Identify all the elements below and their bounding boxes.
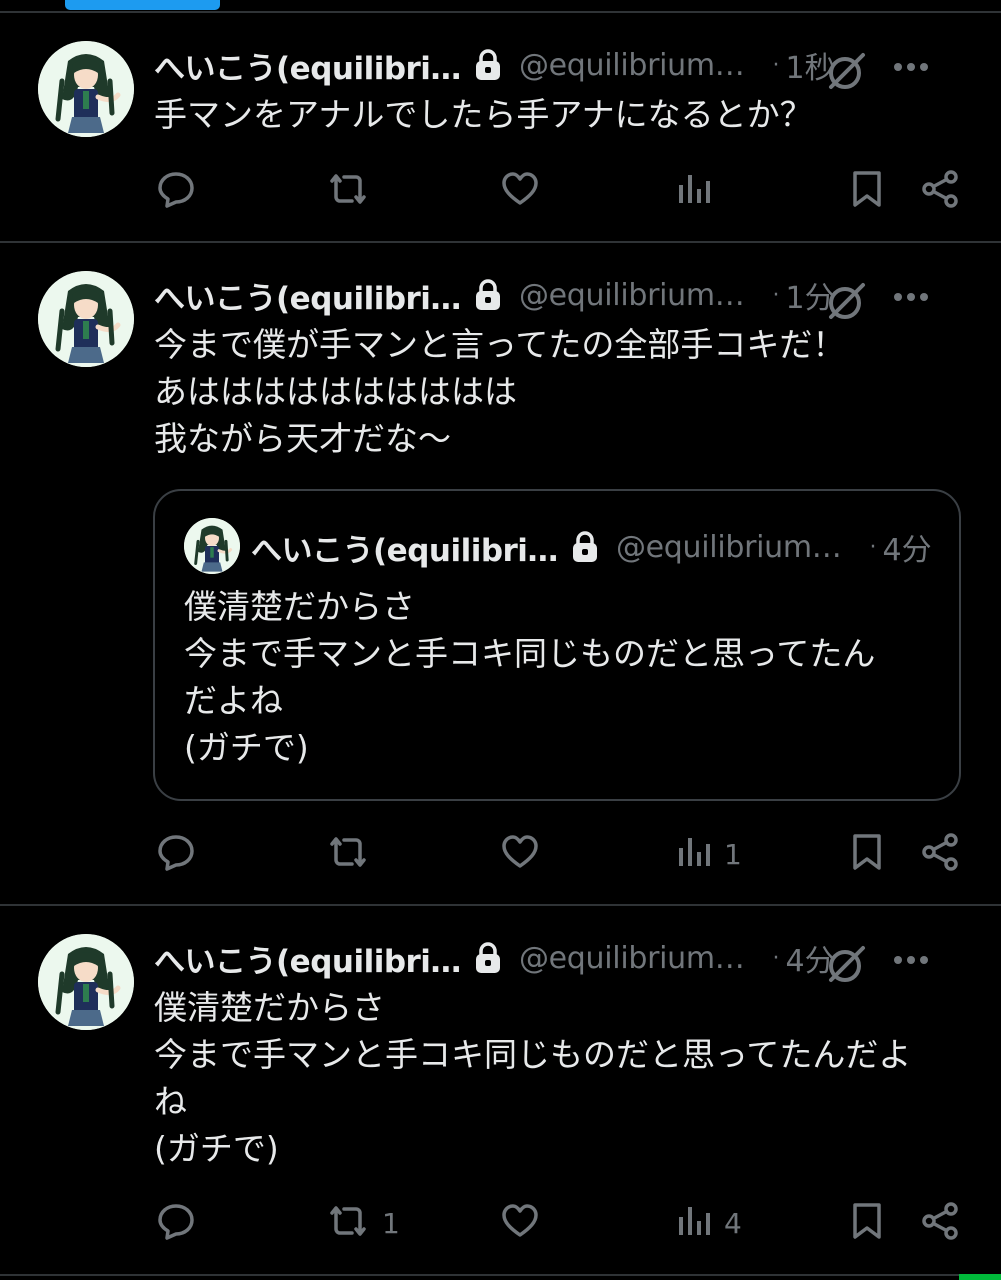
- quote-header: へいこう(equilibri… @equilibrium… · 4分: [251, 525, 932, 569]
- heart-icon: [500, 1201, 540, 1245]
- views-icon: [676, 832, 712, 876]
- views-icon: [676, 169, 712, 213]
- post-text: 手マンをアナルでしたら手アナになるとか？: [154, 95, 813, 134]
- active-tab-indicator: [65, 0, 220, 10]
- grok-icon[interactable]: [823, 49, 867, 97]
- user-handle: @equilibrium…: [615, 529, 842, 565]
- heart-icon: [500, 832, 540, 876]
- avatar[interactable]: [38, 271, 134, 367]
- repost-button[interactable]: [326, 829, 382, 879]
- grok-icon[interactable]: [823, 279, 867, 327]
- lock-icon: [473, 48, 503, 82]
- views-count: 1: [724, 837, 742, 871]
- bookmark-icon: [849, 169, 885, 213]
- separator-dot: ·: [772, 282, 780, 308]
- heart-icon: [500, 169, 540, 213]
- separator-dot: ·: [772, 945, 780, 971]
- display-name: へいこう(equilibri…: [251, 532, 558, 569]
- views-button[interactable]: 1: [676, 829, 742, 879]
- action-bar: [0, 166, 1001, 216]
- share-icon: [920, 1201, 960, 1245]
- action-bar: 1 4: [0, 1198, 1001, 1248]
- like-button[interactable]: [500, 829, 552, 879]
- bookmark-button[interactable]: [849, 829, 885, 879]
- display-name[interactable]: へいこう(equilibri…: [154, 936, 461, 981]
- like-button[interactable]: [500, 1198, 552, 1248]
- timestamp: 4分: [882, 533, 932, 568]
- avatar[interactable]: [38, 934, 134, 1030]
- share-button[interactable]: [920, 829, 960, 879]
- user-handle[interactable]: @equilibrium…: [519, 941, 745, 976]
- repost-count: 1: [382, 1206, 400, 1240]
- avatar[interactable]: [38, 41, 134, 137]
- more-icon[interactable]: [893, 950, 929, 969]
- bookmark-icon: [849, 1201, 885, 1245]
- lock-icon: [570, 530, 600, 564]
- post-3[interactable]: へいこう(equilibri… @equilibrium… · 4分 僕清楚だか…: [0, 906, 1001, 1276]
- repost-button[interactable]: [326, 166, 382, 216]
- repost-icon: [326, 832, 370, 876]
- user-handle[interactable]: @equilibrium…: [519, 278, 745, 313]
- more-icon[interactable]: [893, 287, 929, 306]
- reply-button[interactable]: [156, 1198, 208, 1248]
- user-handle[interactable]: @equilibrium…: [519, 48, 745, 83]
- post-header: へいこう(equilibri… @equilibrium… · 1分: [154, 273, 971, 317]
- views-button[interactable]: 4: [676, 1198, 742, 1248]
- views-icon: [676, 1201, 712, 1245]
- display-name[interactable]: へいこう(equilibri…: [154, 273, 461, 318]
- share-icon: [920, 169, 960, 213]
- repost-button[interactable]: 1: [326, 1198, 400, 1248]
- separator-dot: ·: [772, 52, 780, 78]
- reply-icon: [156, 832, 196, 876]
- views-button[interactable]: [676, 166, 724, 216]
- avatar[interactable]: [184, 518, 240, 574]
- share-button[interactable]: [920, 1198, 960, 1248]
- post-2[interactable]: へいこう(equilibri… @equilibrium… · 1分 今まで僕が…: [0, 243, 1001, 906]
- system-indicator: [959, 1274, 1001, 1280]
- repost-icon: [326, 169, 370, 213]
- quote-text: 僕清楚だからさ 今まで手マンと手コキ同じものだと思ってたん だよね (ガチで): [184, 587, 876, 767]
- more-icon[interactable]: [893, 57, 929, 76]
- share-icon: [920, 832, 960, 876]
- bookmark-icon: [849, 832, 885, 876]
- repost-icon: [326, 1201, 370, 1245]
- reply-icon: [156, 169, 196, 213]
- quoted-post[interactable]: へいこう(equilibri… @equilibrium… · 4分 僕清楚だか…: [153, 489, 961, 801]
- separator-dot: ·: [869, 534, 877, 560]
- reply-button[interactable]: [156, 166, 208, 216]
- reply-icon: [156, 1201, 196, 1245]
- lock-icon: [473, 278, 503, 312]
- reply-button[interactable]: [156, 829, 208, 879]
- bookmark-button[interactable]: [849, 1198, 885, 1248]
- post-text: 僕清楚だからさ 今まで手マンと手コキ同じものだと思ってたんだよ ね (ガチで): [154, 988, 912, 1168]
- grok-icon[interactable]: [823, 942, 867, 990]
- bookmark-button[interactable]: [849, 166, 885, 216]
- action-bar: 1: [0, 829, 1001, 879]
- post-text: 今まで僕が手マンと言ってたの全部手コキだ！ あはははははははははは 我ながら天才…: [154, 325, 846, 458]
- lock-icon: [473, 941, 503, 975]
- like-button[interactable]: [500, 166, 552, 216]
- views-count: 4: [724, 1206, 742, 1240]
- post-header: へいこう(equilibri… @equilibrium… · 1秒: [154, 43, 971, 87]
- post-header: へいこう(equilibri… @equilibrium… · 4分: [154, 936, 971, 980]
- post-1[interactable]: へいこう(equilibri… @equilibrium… · 1秒 手マンをア…: [0, 13, 1001, 243]
- display-name[interactable]: へいこう(equilibri…: [154, 43, 461, 88]
- share-button[interactable]: [920, 166, 960, 216]
